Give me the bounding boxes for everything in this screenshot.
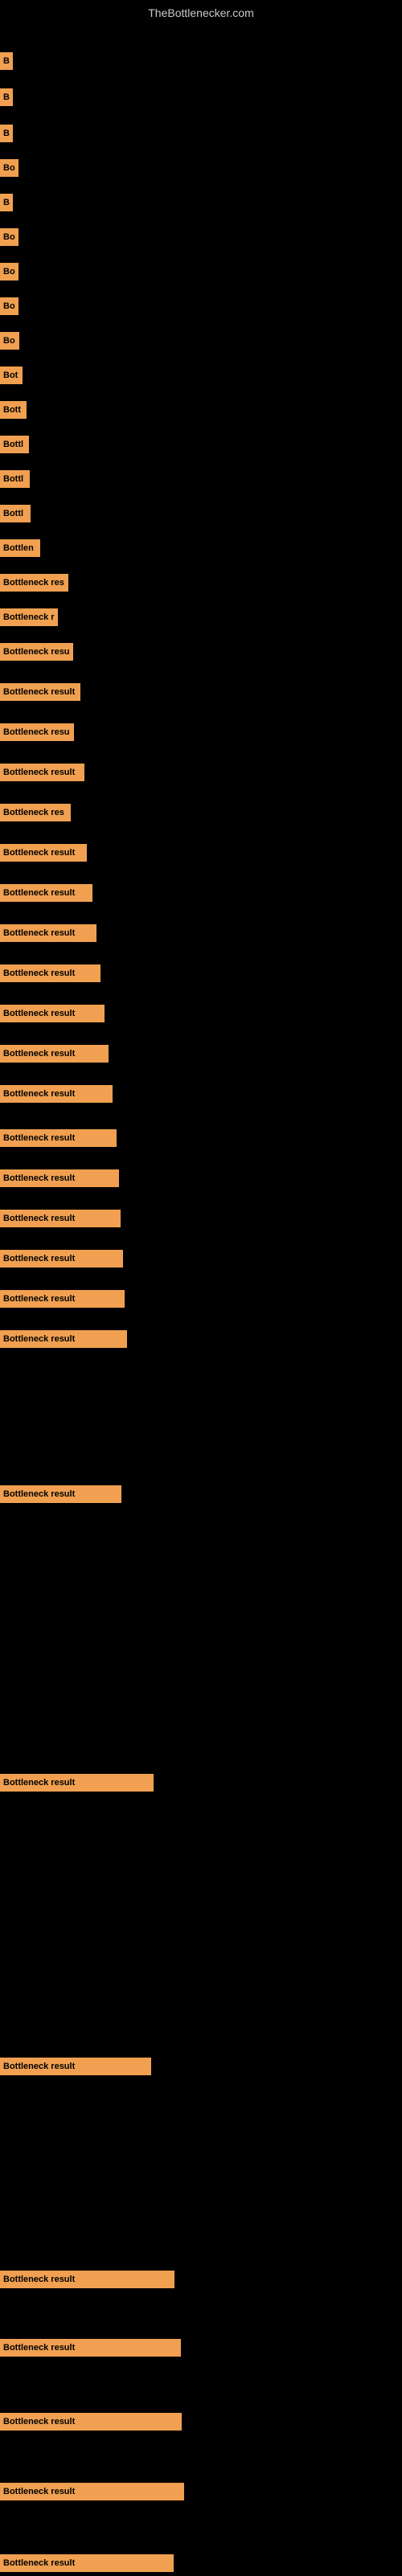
bar-row: Bottleneck result <box>0 1005 105 1026</box>
bar-row: Bottleneck result <box>0 844 87 866</box>
bar-row: B <box>0 125 13 146</box>
bar-row: Bottleneck r <box>0 608 58 630</box>
bar-row: Bo <box>0 228 18 250</box>
bar-label: Bott <box>0 401 27 419</box>
bar-row: Bottl <box>0 436 29 457</box>
bar-label: Bottleneck result <box>0 1169 119 1187</box>
bar-label: B <box>0 88 13 106</box>
bar-label: Bottleneck result <box>0 1045 109 1063</box>
bar-label: Bottl <box>0 436 29 453</box>
bar-label: B <box>0 194 13 211</box>
bar-row: Bottleneck resu <box>0 723 74 745</box>
bar-label: Bottleneck result <box>0 2554 174 2572</box>
bar-row: Bottleneck result <box>0 2339 181 2361</box>
bar-label: Bottleneck result <box>0 1485 121 1503</box>
bar-row: Bot <box>0 367 23 388</box>
bar-row: Bo <box>0 159 18 181</box>
bar-label: Bottleneck result <box>0 1774 154 1792</box>
bar-label: Bottleneck res <box>0 804 71 821</box>
bar-label: Bottleneck result <box>0 1250 123 1268</box>
bar-label: Bottleneck result <box>0 2058 151 2075</box>
bar-label: Bottlen <box>0 539 40 557</box>
bar-label: Bottleneck result <box>0 964 100 982</box>
bar-label: Bo <box>0 332 19 350</box>
bar-label: Bottleneck result <box>0 1290 125 1308</box>
bar-label: Bo <box>0 159 18 177</box>
bar-label: Bottl <box>0 505 31 522</box>
bar-label: Bo <box>0 297 18 315</box>
bar-row: Bottleneck res <box>0 804 71 825</box>
bar-row: B <box>0 52 13 74</box>
bar-row: Bottleneck result <box>0 1774 154 1796</box>
bar-row: B <box>0 194 13 215</box>
bar-row: Bottleneck result <box>0 1210 121 1231</box>
bar-label: Bottleneck result <box>0 683 80 701</box>
bar-label: Bottleneck result <box>0 764 84 781</box>
bar-row: Bottleneck result <box>0 1129 117 1151</box>
bar-row: Bo <box>0 263 18 285</box>
bar-label: Bottleneck resu <box>0 723 74 741</box>
bar-label: B <box>0 52 13 70</box>
bar-label: Bottleneck result <box>0 1005 105 1022</box>
bar-row: Bottlen <box>0 539 40 561</box>
bar-row: Bottleneck result <box>0 964 100 986</box>
bar-label: Bottl <box>0 470 30 488</box>
bar-label: Bottleneck res <box>0 574 68 592</box>
bar-row: Bottl <box>0 505 31 526</box>
bar-label: Bottleneck result <box>0 924 96 942</box>
bar-row: Bottleneck result <box>0 2483 184 2504</box>
bar-label: Bottleneck result <box>0 1129 117 1147</box>
bar-label: Bottleneck r <box>0 608 58 626</box>
bar-label: Bottleneck result <box>0 844 87 862</box>
bar-row: Bottl <box>0 470 30 492</box>
bar-row: B <box>0 88 13 110</box>
bar-label: Bottleneck result <box>0 1330 127 1348</box>
bar-label: Bottleneck result <box>0 2413 182 2431</box>
bar-label: Bottleneck result <box>0 2483 184 2500</box>
bar-row: Bottleneck result <box>0 1045 109 1067</box>
bar-row: Bo <box>0 297 18 319</box>
bar-row: Bottleneck res <box>0 574 68 596</box>
bar-row: Bottleneck result <box>0 1250 123 1272</box>
bar-label: B <box>0 125 13 142</box>
bar-row: Bottleneck result <box>0 2271 174 2292</box>
bar-row: Bottleneck result <box>0 924 96 946</box>
bar-label: Bottleneck resu <box>0 643 73 661</box>
bar-label: Bottleneck result <box>0 2339 181 2357</box>
bar-row: Bottleneck result <box>0 884 92 906</box>
site-title: TheBottlenecker.com <box>0 0 402 26</box>
bar-row: Bottleneck result <box>0 1485 121 1507</box>
bar-label: Bottleneck result <box>0 884 92 902</box>
bar-label: Bottleneck result <box>0 1210 121 1227</box>
bar-row: Bottleneck result <box>0 1169 119 1191</box>
bar-row: Bo <box>0 332 19 354</box>
bar-row: Bottleneck result <box>0 1330 127 1352</box>
bar-row: Bottleneck result <box>0 683 80 705</box>
bar-label: Bot <box>0 367 23 384</box>
bar-label: Bo <box>0 263 18 281</box>
bar-row: Bottleneck resu <box>0 643 73 665</box>
bar-row: Bottleneck result <box>0 2413 182 2435</box>
bar-row: Bottleneck result <box>0 1085 113 1107</box>
bar-row: Bott <box>0 401 27 423</box>
bar-row: Bottleneck result <box>0 764 84 785</box>
bar-label: Bottleneck result <box>0 1085 113 1103</box>
bar-row: Bottleneck result <box>0 2554 174 2576</box>
bar-label: Bo <box>0 228 18 246</box>
bar-label: Bottleneck result <box>0 2271 174 2288</box>
bar-row: Bottleneck result <box>0 1290 125 1312</box>
bar-row: Bottleneck result <box>0 2058 151 2079</box>
